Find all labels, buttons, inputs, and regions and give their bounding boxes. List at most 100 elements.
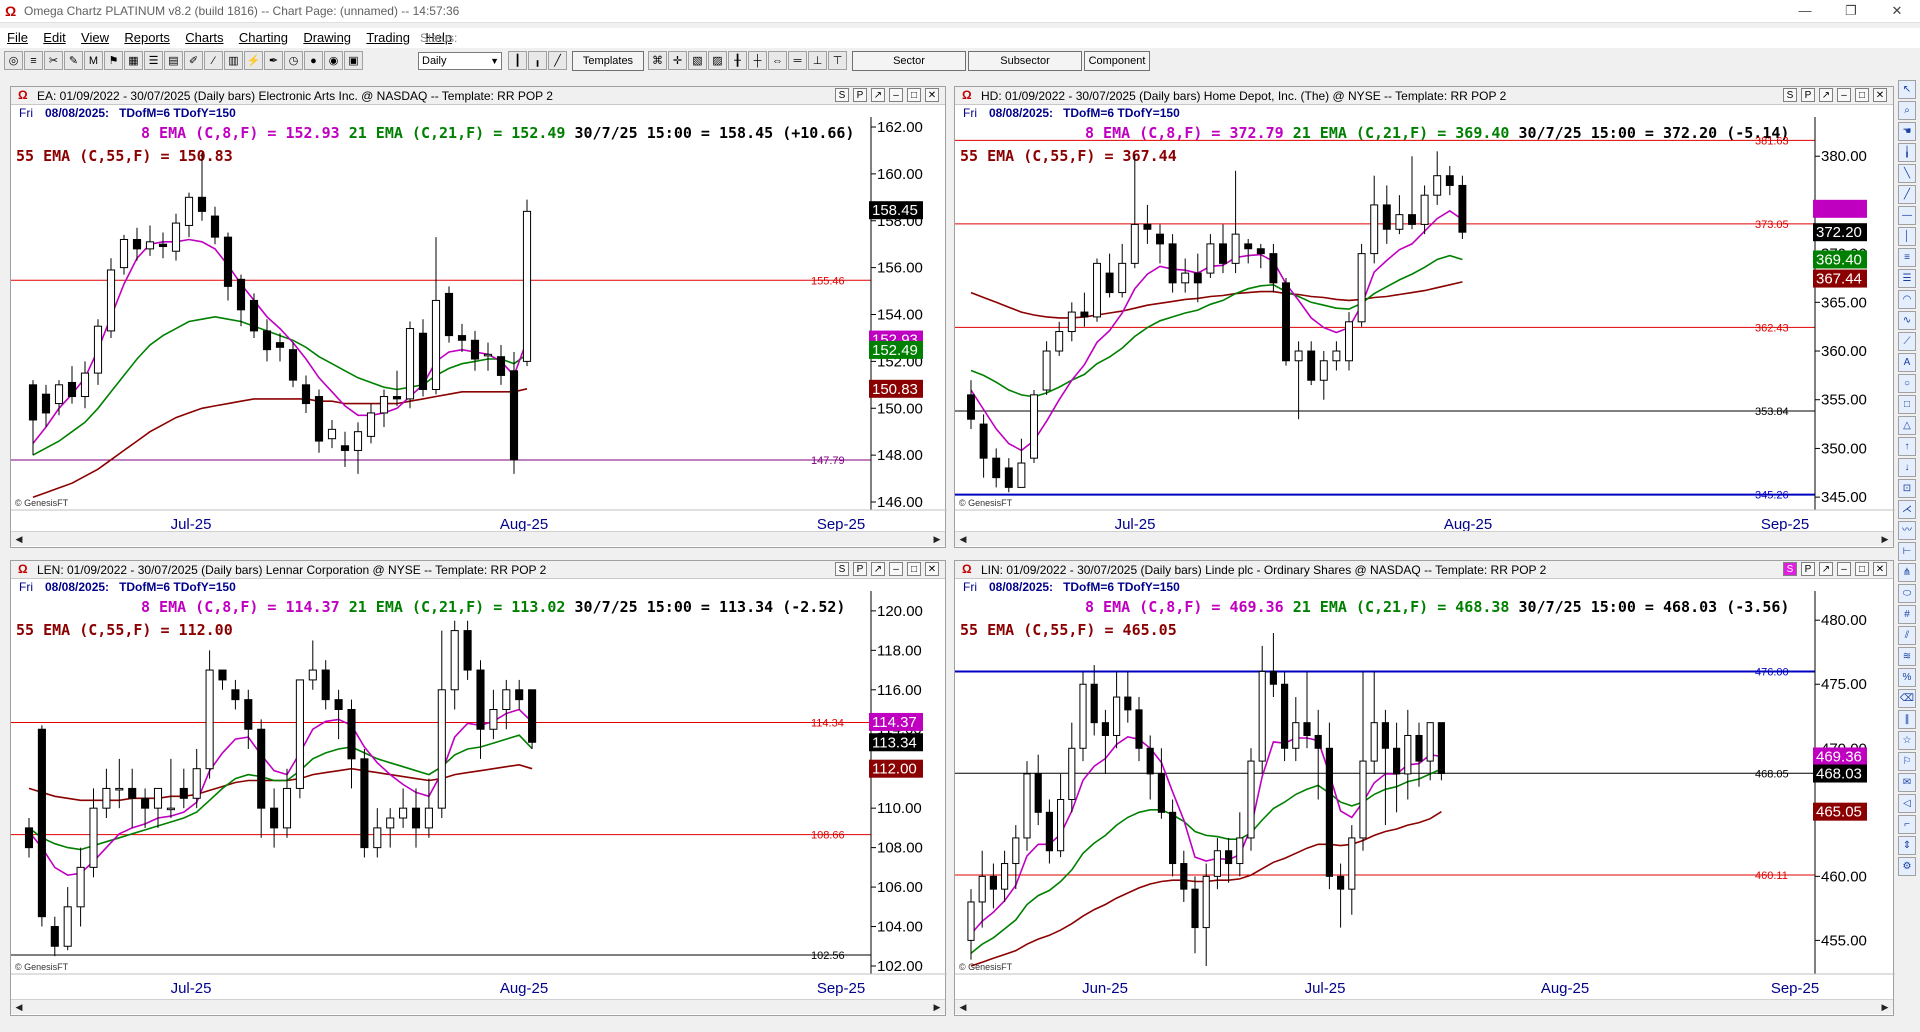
fan-icon[interactable]: ⋌ (1898, 500, 1916, 519)
candle[interactable] (483, 342, 493, 371)
candle[interactable] (489, 689, 498, 740)
candle[interactable] (1093, 258, 1101, 322)
candle[interactable] (1258, 645, 1266, 774)
text-tool-icon[interactable]: A (1898, 353, 1916, 372)
candle[interactable] (979, 414, 988, 478)
candle[interactable] (1068, 722, 1076, 813)
candle[interactable] (1067, 302, 1076, 342)
pen-icon[interactable]: ✐ (184, 51, 203, 70)
candle[interactable] (1004, 458, 1013, 493)
candle[interactable] (1359, 671, 1367, 851)
candle[interactable] (509, 352, 519, 474)
candle[interactable] (1146, 735, 1154, 800)
horizontal-scrollbar[interactable]: ◀ ▶ (955, 531, 1893, 546)
candle[interactable] (192, 748, 201, 809)
scroll-left-icon[interactable]: ◀ (957, 1001, 969, 1013)
component-button[interactable]: Component (1084, 51, 1150, 71)
candle[interactable] (223, 232, 233, 301)
candle[interactable] (119, 234, 129, 275)
candle[interactable] (1307, 341, 1316, 386)
candle[interactable] (1181, 258, 1190, 293)
horizontal-line-icon[interactable]: — (1898, 206, 1916, 225)
scroll-left-icon[interactable]: ◀ (13, 533, 25, 545)
candle[interactable] (24, 818, 34, 858)
scroll-right-icon[interactable]: ▶ (931, 1001, 943, 1013)
candle[interactable] (327, 419, 337, 449)
candle[interactable] (399, 788, 408, 828)
candle[interactable] (257, 719, 266, 838)
ladder-icon[interactable]: ▥ (224, 51, 243, 70)
candle[interactable] (166, 758, 175, 819)
restore-button[interactable]: ❐ (1828, 0, 1874, 22)
candle[interactable] (463, 620, 472, 680)
cycle-icon[interactable]: ∿ (1898, 311, 1916, 330)
pitchfork-icon[interactable]: ⋔ (1898, 563, 1916, 582)
price-chart-svg[interactable]: 476.00468.05460.11480.00475.00470.00465.… (955, 561, 1895, 1015)
pencil-icon[interactable]: ✎ (64, 51, 83, 70)
candle[interactable] (1017, 438, 1026, 488)
candle[interactable] (1269, 633, 1277, 698)
chart-panel-hd[interactable]: Ω HD: 01/09/2022 - 30/07/2025 (Daily bars… (954, 86, 1895, 548)
chart-panel-lin[interactable]: Ω LIN: 01/09/2022 - 30/07/2025 (Daily bar… (954, 560, 1895, 1016)
candle[interactable] (1156, 224, 1164, 264)
candle[interactable] (1420, 185, 1429, 235)
candle[interactable] (373, 808, 382, 858)
scroll-left-icon[interactable]: ◀ (957, 533, 969, 545)
candle[interactable] (93, 319, 103, 385)
candle[interactable] (1294, 341, 1303, 420)
candle[interactable] (145, 225, 155, 256)
candle[interactable] (967, 889, 975, 960)
bracket-icon[interactable]: ⌐ (1898, 815, 1916, 834)
candle[interactable] (515, 679, 524, 710)
crosshair-icon[interactable]: ✛ (668, 51, 687, 70)
candle[interactable] (334, 689, 343, 740)
menu-reports[interactable]: Reports (117, 28, 175, 45)
candle[interactable] (89, 788, 98, 878)
sync-icon[interactable]: ⇔ (768, 51, 787, 70)
templates-button[interactable]: Templates (572, 51, 644, 71)
candle[interactable] (1393, 722, 1401, 813)
candle[interactable] (431, 237, 441, 395)
candle[interactable] (1079, 671, 1087, 762)
candle[interactable] (457, 323, 467, 352)
pointer-icon[interactable]: ↖ (1898, 80, 1916, 99)
horizontal-scrollbar[interactable]: ◀ ▶ (955, 999, 1893, 1014)
wedge-icon[interactable]: ◁ (1898, 794, 1916, 813)
candle[interactable] (1042, 341, 1051, 395)
candle[interactable] (1191, 876, 1199, 954)
speed-line-icon[interactable]: ⫽ (1898, 626, 1916, 645)
candle[interactable] (1225, 837, 1233, 883)
rect-tool-icon[interactable]: □ (1898, 395, 1916, 414)
circle-tool-icon[interactable]: ○ (1898, 374, 1916, 393)
zoom-icon[interactable]: ◎ (4, 51, 23, 70)
traffic-light-icon[interactable]: ≡ (24, 51, 43, 70)
book-icon[interactable]: ▣ (344, 51, 363, 70)
brush-icon[interactable]: ✒ (264, 51, 283, 70)
candle[interactable] (1135, 697, 1143, 762)
candle[interactable] (205, 650, 214, 779)
percent-icon[interactable]: % (1898, 668, 1916, 687)
fork-icon[interactable]: ⊥ (808, 51, 827, 70)
candle[interactable] (1458, 175, 1467, 240)
cross-tool-icon[interactable]: ┼ (748, 51, 767, 70)
candle[interactable] (1213, 837, 1221, 890)
candle[interactable] (1408, 156, 1416, 230)
ray-icon[interactable]: ╱ (1898, 185, 1916, 204)
candle[interactable] (989, 863, 997, 909)
minimize-button[interactable]: — (1782, 0, 1828, 22)
candle[interactable] (1045, 799, 1053, 864)
candle[interactable] (379, 389, 389, 428)
channel-icon[interactable]: ≡ (1898, 248, 1916, 267)
grid-tool-icon[interactable]: # (1898, 605, 1916, 624)
level-icon[interactable]: ═ (788, 51, 807, 70)
split-icon[interactable]: ⊤ (828, 51, 847, 70)
candle-chart-icon[interactable]: ╻ (528, 51, 547, 70)
trend-line-icon[interactable]: ╲ (1898, 164, 1916, 183)
menu-view[interactable]: View (74, 28, 114, 45)
close-button[interactable]: ✕ (1874, 0, 1920, 22)
candle[interactable] (1231, 170, 1240, 274)
candle[interactable] (360, 748, 369, 858)
candle[interactable] (80, 361, 90, 409)
candle[interactable] (1030, 389, 1038, 464)
star-icon[interactable]: ☆ (1898, 731, 1916, 750)
